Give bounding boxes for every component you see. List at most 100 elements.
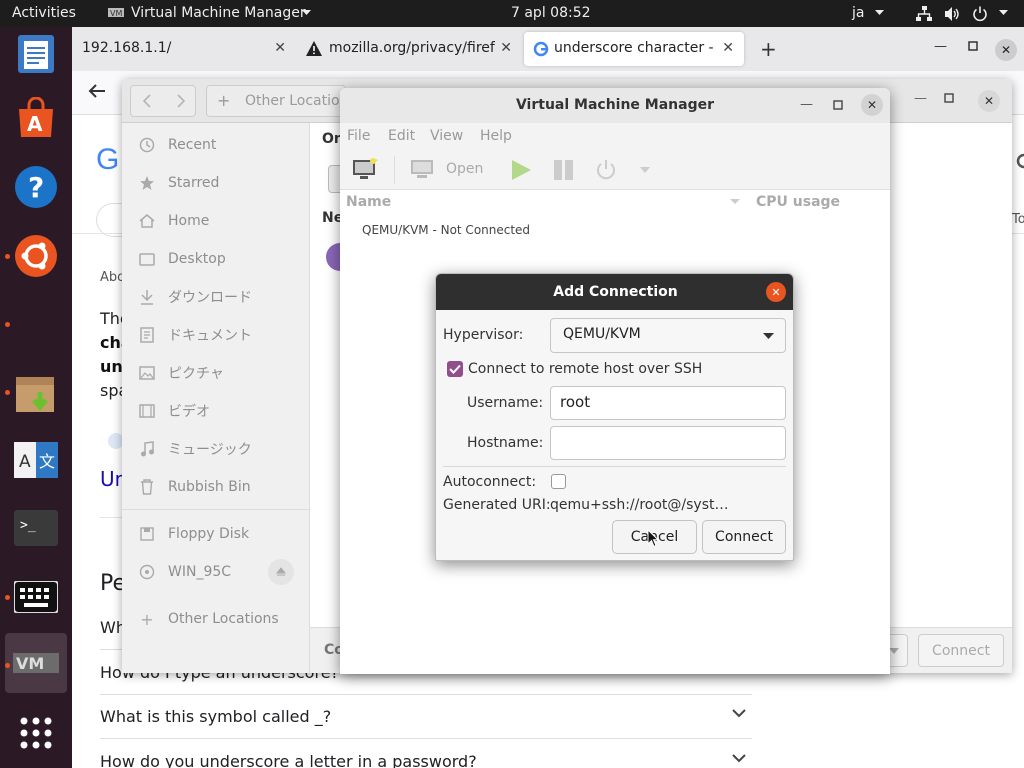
app-menu[interactable]: Virtual Machine Manager (131, 5, 306, 21)
ssh-checkbox[interactable] (447, 361, 463, 377)
google-logo: G (96, 143, 120, 176)
vmm-menubar: File Edit View Help (340, 123, 890, 150)
maximize-button[interactable] (833, 100, 843, 110)
archive-installer-icon[interactable] (13, 372, 59, 418)
close-icon[interactable]: ✕ (500, 40, 512, 56)
shutdown-icon[interactable] (595, 159, 617, 181)
minimize-button[interactable]: — (934, 39, 947, 54)
run-icon[interactable] (510, 159, 532, 181)
power-icon[interactable] (972, 6, 988, 22)
app-menu-icon: VM (108, 7, 124, 19)
faq-item[interactable]: How do you underscore a letter in a pass… (100, 740, 752, 768)
chevron-down-icon (763, 333, 774, 340)
autoconnect-checkbox[interactable] (551, 474, 566, 489)
chevron-down-icon (998, 9, 1009, 17)
hostname-input[interactable] (550, 426, 786, 460)
music-icon (136, 441, 158, 457)
disc-icon (136, 564, 158, 580)
browser-tab[interactable]: mozilla.org/privacy/firefo ✕ (298, 32, 522, 66)
menu-view[interactable]: View (430, 128, 463, 144)
close-window-button[interactable]: ✕ (978, 90, 1000, 112)
eject-icon[interactable] (268, 559, 294, 585)
google-icon (533, 41, 549, 57)
uri-value: qemu+ssh://root@/syst… (550, 497, 729, 513)
hypervisor-select[interactable]: QEMU/KVM (550, 318, 786, 353)
ssh-label[interactable]: Connect to remote host over SSH (468, 361, 702, 377)
activities-button[interactable]: Activities (12, 5, 76, 21)
back-arrow-icon[interactable] (88, 83, 106, 99)
sidebar-item-starred[interactable]: Starred (122, 167, 310, 199)
browser-tab[interactable]: 192.168.1.1/ ✕ (72, 32, 296, 66)
maximize-button[interactable] (968, 41, 978, 51)
folder-icon (136, 252, 158, 266)
close-window-button[interactable]: ✕ (995, 39, 1017, 61)
add-connection-dialog: Add Connection ✕ Hypervisor: QEMU/KVM Co… (435, 273, 794, 561)
clock-icon (136, 137, 158, 153)
sidebar-item-desktop[interactable]: Desktop (122, 243, 310, 275)
connect-button[interactable]: Connect (702, 520, 786, 554)
divider (122, 509, 310, 510)
sidebar-item-recent[interactable]: Recent (122, 129, 310, 161)
browser-tab-bar: 192.168.1.1/ ✕ mozilla.org/privacy/firef… (72, 27, 1024, 71)
vmm-titlebar: Virtual Machine Manager — ✕ (340, 88, 890, 123)
menu-edit[interactable]: Edit (388, 128, 415, 144)
nav-buttons (130, 85, 196, 117)
trash-icon (136, 479, 158, 495)
help-icon[interactable]: ? (13, 164, 59, 210)
network-icon[interactable] (916, 6, 932, 22)
minimize-button[interactable]: — (800, 97, 813, 112)
ubuntu-icon[interactable] (13, 233, 59, 279)
clock[interactable]: 7 apl 08:52 (511, 5, 591, 21)
software-center-icon[interactable]: A (13, 95, 59, 141)
username-input[interactable]: root (550, 386, 786, 420)
back-icon[interactable] (143, 94, 151, 108)
keyboard-icon[interactable] (13, 574, 59, 620)
picture-icon (136, 366, 158, 380)
browser-tab-active[interactable]: underscore character - G ✕ (524, 32, 744, 66)
terminal-icon[interactable]: >_ (13, 505, 59, 551)
input-method-indicator[interactable]: ja (852, 5, 864, 21)
column-name[interactable]: Name (346, 194, 391, 210)
sidebar-item-documents[interactable]: ドキュメント (122, 319, 310, 351)
connection-row[interactable]: QEMU/KVM - Not Connected (362, 223, 530, 237)
menu-file[interactable]: File (347, 128, 370, 144)
sidebar-item-music[interactable]: ミュージック (122, 433, 310, 465)
sidebar-item-downloads[interactable]: ダウンロード (122, 281, 310, 313)
virt-manager-icon[interactable]: VM (13, 640, 59, 686)
forward-icon[interactable] (177, 94, 185, 108)
mouse-cursor-icon (647, 529, 659, 548)
volume-icon[interactable] (944, 6, 960, 22)
open-button[interactable]: Open (446, 161, 483, 177)
sidebar-item-home[interactable]: Home (122, 205, 310, 237)
close-window-button[interactable]: ✕ (861, 94, 883, 116)
sidebar-item-trash[interactable]: Rubbish Bin (122, 471, 310, 503)
close-icon[interactable]: ✕ (722, 40, 734, 56)
minimize-button[interactable]: — (914, 91, 927, 106)
sidebar-item-videos[interactable]: ビデオ (122, 395, 310, 427)
maximize-button[interactable] (944, 93, 954, 103)
close-icon[interactable]: ✕ (274, 40, 286, 56)
top-bar: Activities VM Virtual Machine Manager 7 … (0, 0, 1024, 27)
chevron-down-icon (301, 9, 312, 17)
connect-button-disabled[interactable]: Connect (918, 634, 1004, 667)
chevron-down-icon[interactable] (640, 167, 650, 174)
chevron-down-icon (732, 754, 746, 763)
menu-help[interactable]: Help (480, 128, 512, 144)
sidebar-item-floppy[interactable]: Floppy Disk (122, 518, 310, 550)
sidebar-item-pictures[interactable]: ピクチャ (122, 357, 310, 389)
show-apps-icon[interactable] (13, 710, 59, 756)
svg-text:VM: VM (110, 9, 122, 18)
location-button[interactable]: + Other Locations (206, 85, 356, 117)
new-tab-button[interactable]: + (760, 37, 777, 61)
console-icon[interactable] (410, 159, 434, 179)
close-icon[interactable]: ✕ (766, 282, 786, 302)
text-editor-icon[interactable] (13, 31, 59, 77)
translate-icon[interactable]: A文 (13, 437, 59, 483)
pause-icon[interactable] (553, 159, 575, 181)
sidebar-item-win95c[interactable]: WIN_95C (122, 556, 310, 588)
sidebar-item-other-locations[interactable]: + Other Locations (122, 603, 310, 635)
column-cpu-usage[interactable]: CPU usage (756, 194, 840, 210)
new-vm-icon[interactable] (352, 158, 378, 180)
settings-gear-icon[interactable] (1010, 153, 1024, 169)
faq-item[interactable]: What is this symbol called _? (100, 695, 752, 739)
